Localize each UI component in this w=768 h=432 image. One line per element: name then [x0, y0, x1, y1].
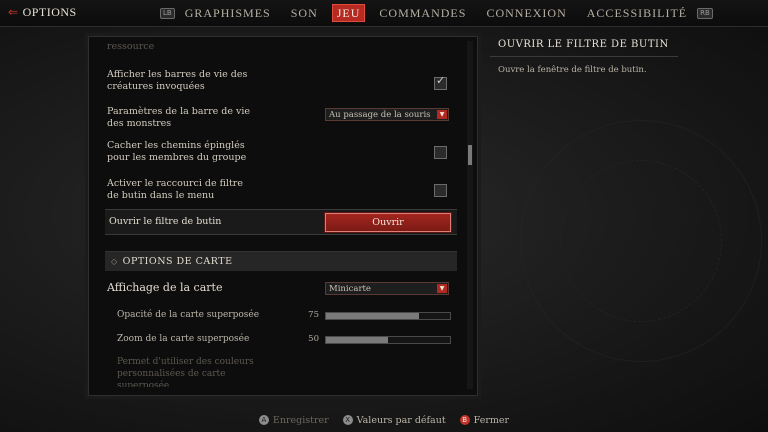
setting-label: Ouvrir le filtre de butin — [109, 216, 222, 227]
setting-monster-health[interactable]: Paramètres de la barre de vie des monstr… — [107, 106, 455, 132]
setting-hide-pins[interactable]: Cacher les chemins épinglés pour les mem… — [107, 140, 455, 166]
defaults-button[interactable]: X Valeurs par défaut — [342, 414, 446, 426]
setting-label: Activer le raccourci de filtre de butin … — [107, 178, 243, 201]
back-arrow-icon: ⇐ — [8, 5, 19, 19]
overlay-zoom-slider[interactable] — [325, 336, 451, 344]
description-title: OUVRIR LE FILTRE DE BUTIN — [498, 39, 669, 50]
setting-label: Paramètres de la barre de vie des monstr… — [107, 106, 251, 129]
section-title: OPTIONS DE CARTE — [122, 256, 233, 267]
scroll-thumb[interactable] — [468, 145, 472, 165]
back-button[interactable]: ⇐ OPTIONS — [8, 5, 77, 20]
setting-overlay-zoom[interactable]: Zoom de la carte superposée 50 — [107, 333, 455, 347]
overlay-opacity-slider[interactable] — [325, 312, 451, 320]
slider-value: 50 — [308, 334, 319, 344]
footer-bar: A Enregistrer X Valeurs par défaut B Fer… — [0, 410, 768, 430]
x-button-icon: X — [342, 415, 353, 425]
tab-accessibility[interactable]: ACCESSIBILITÉ — [587, 5, 687, 21]
tab-graphics[interactable]: GRAPHISMES — [185, 5, 271, 21]
right-bumper-icon[interactable]: RB — [697, 7, 713, 19]
tab-controls[interactable]: COMMANDES — [379, 5, 466, 21]
map-display-dropdown[interactable]: Minicarte ▼ — [325, 282, 449, 295]
top-bar: ⇐ OPTIONS LB GRAPHISMES SON JEU COMMANDE… — [0, 0, 768, 27]
dropdown-value: Au passage de la souris — [329, 110, 431, 120]
checkmark-icon: ✓ — [436, 74, 446, 87]
b-button-icon: B — [459, 415, 470, 425]
setting-loot-filter-shortcut[interactable]: Activer le raccourci de filtre de butin … — [107, 178, 455, 204]
save-button[interactable]: A Enregistrer — [258, 414, 329, 426]
tab-sound[interactable]: SON — [291, 5, 318, 21]
diamond-icon: ◇ — [111, 257, 118, 266]
description-text: Ouvre la fenêtre de filtre de butin. — [498, 65, 647, 75]
close-label: Fermer — [473, 414, 510, 426]
slider-fill — [326, 337, 388, 343]
dropdown-value: Minicarte — [329, 284, 371, 294]
chevron-down-icon: ▼ — [437, 284, 447, 293]
a-button-icon: A — [258, 415, 269, 425]
hide-pins-checkbox[interactable] — [434, 146, 447, 159]
section-header-map-options: ◇ OPTIONS DE CARTE — [105, 251, 457, 271]
close-button[interactable]: B Fermer — [459, 414, 510, 426]
settings-list: ressource Afficher les barres de vie des… — [103, 43, 459, 387]
left-bumper-icon[interactable]: LB — [160, 7, 175, 19]
slider-value: 75 — [308, 310, 319, 320]
open-loot-filter-button[interactable]: Ouvrir — [324, 212, 452, 233]
setting-summon-health[interactable]: Afficher les barres de vie des créatures… — [107, 69, 455, 95]
tab-bar: LB GRAPHISMES SON JEU COMMANDES CONNEXIO… — [160, 4, 713, 22]
back-label: OPTIONS — [22, 5, 77, 19]
background-emblem-inner — [560, 160, 722, 322]
summon-health-checkbox[interactable]: ✓ — [434, 74, 447, 90]
monster-health-dropdown[interactable]: Au passage de la souris ▼ — [325, 108, 449, 121]
divider — [490, 56, 678, 57]
setting-open-loot-filter[interactable]: Ouvrir le filtre de butin Ouvrir — [105, 209, 457, 235]
chevron-down-icon: ▼ — [437, 110, 447, 119]
tab-game[interactable]: JEU — [331, 4, 366, 22]
defaults-label: Valeurs par défaut — [356, 414, 446, 426]
save-label: Enregistrer — [272, 414, 329, 426]
settings-panel: ressource Afficher les barres de vie des… — [88, 36, 478, 396]
setting-map-display[interactable]: Affichage de la carte Minicarte ▼ — [107, 282, 455, 298]
setting-label: Cacher les chemins épinglés pour les mem… — [107, 140, 247, 163]
loot-filter-shortcut-checkbox[interactable] — [434, 184, 447, 197]
faded-setting-label: Permet d'utiliser des couleurs personnal… — [117, 357, 254, 387]
setting-overlay-opacity[interactable]: Opacité de la carte superposée 75 — [107, 309, 455, 323]
setting-label: Afficher les barres de vie des créatures… — [107, 69, 248, 92]
slider-fill — [326, 313, 419, 319]
scrollbar[interactable] — [467, 41, 473, 389]
faded-setting-label: ressource — [107, 43, 155, 52]
tab-connection[interactable]: CONNEXION — [486, 5, 566, 21]
